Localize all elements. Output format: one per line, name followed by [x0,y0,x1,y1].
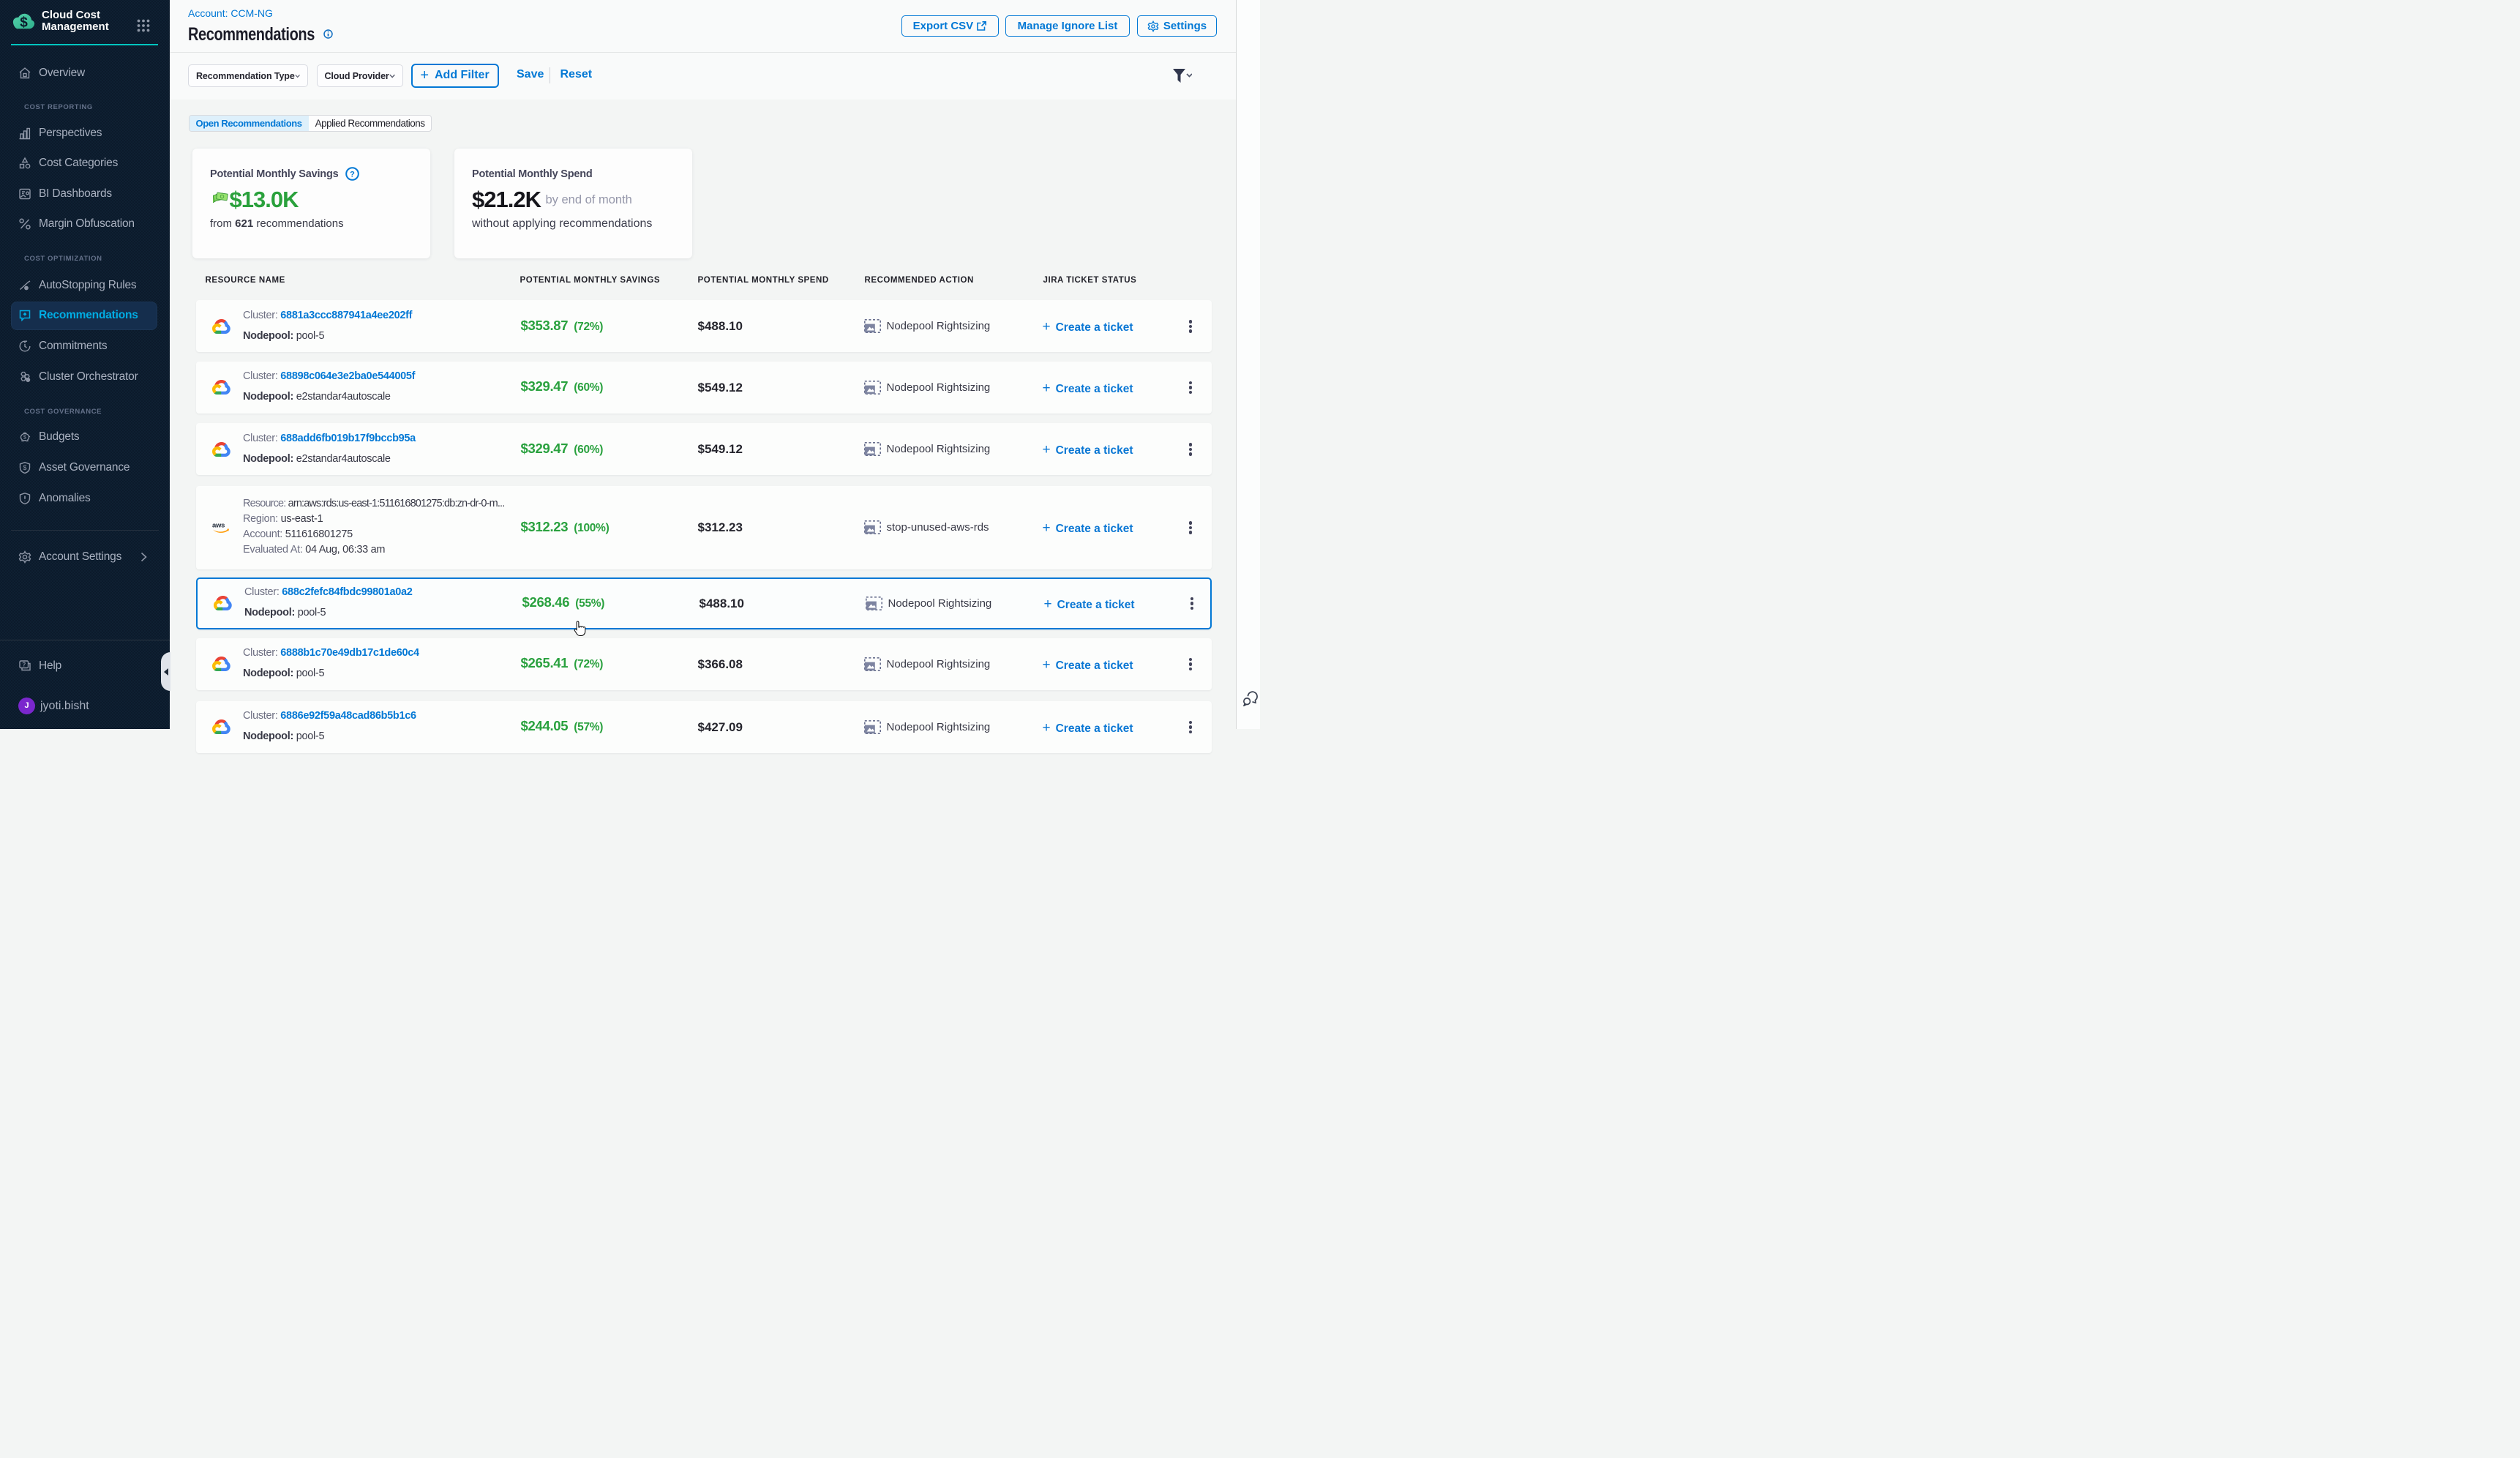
svg-text:?: ? [350,171,355,179]
svg-text:$: $ [23,434,27,441]
svg-text:$: $ [20,15,28,31]
svg-text:aws: aws [212,521,225,529]
svg-text:?: ? [22,661,26,668]
svg-text:$: $ [23,464,26,471]
